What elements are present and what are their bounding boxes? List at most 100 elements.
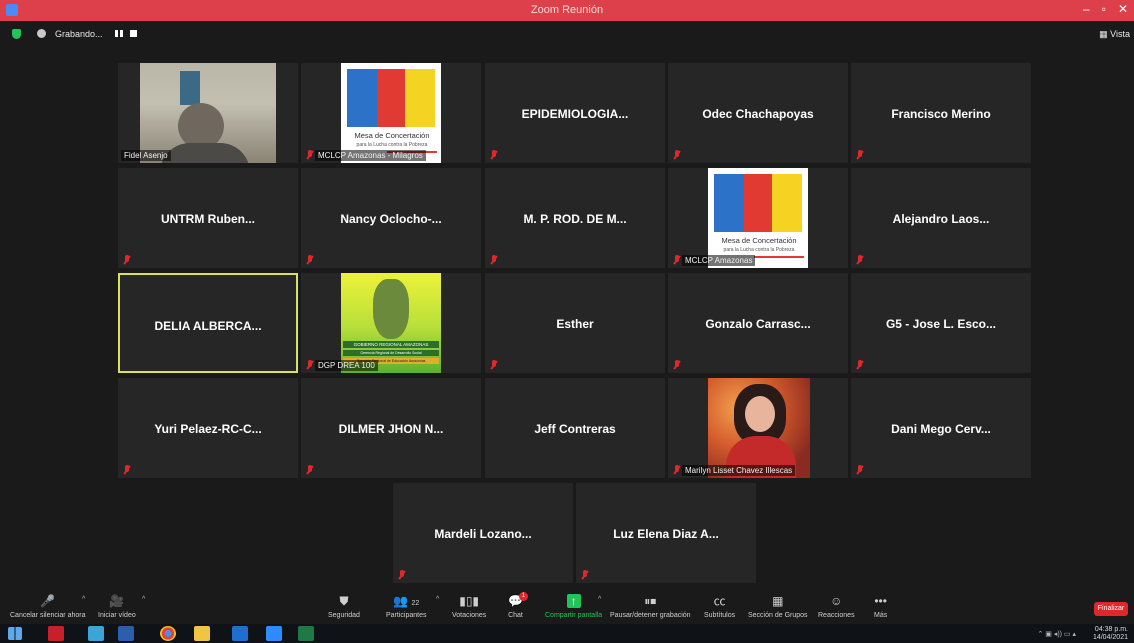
participant-tile[interactable]: Yuri Pelaez-RC-C... (118, 378, 298, 478)
end-meeting-button[interactable]: Finalizar (1094, 602, 1128, 616)
participant-name: EPIDEMIOLOGIA... (521, 107, 629, 121)
close-button[interactable]: ✕ (1118, 2, 1128, 16)
logo-subtitle: para la Lucha contra la Pobreza (356, 142, 428, 148)
participant-name: Alejandro Laos... (892, 212, 990, 226)
participants-button[interactable]: 👥 22 Participantes (386, 594, 426, 619)
recording-status: Grabando... (55, 29, 103, 39)
system-tray-icons[interactable]: ⌃ ▣ ◂)) ▭ ▴ (1037, 630, 1076, 638)
participant-tile[interactable]: Dani Mego Cerv... (851, 378, 1031, 478)
video-options-caret[interactable]: ^ (142, 596, 145, 603)
share-screen-icon: ↑ (566, 594, 581, 608)
view-label: Vista (1110, 29, 1130, 39)
participant-name: UNTRM Ruben... (161, 212, 255, 226)
participant-tile[interactable]: Jeff Contreras (485, 378, 665, 478)
logo-subtitle: para la Lucha contra la Pobreza (723, 247, 795, 253)
participant-tile[interactable]: Mesa de Concertación para la Lucha contr… (668, 168, 848, 268)
microphone-muted-icon: 🎤 (40, 594, 56, 608)
mic-muted-icon (306, 465, 314, 475)
mic-muted-icon (306, 255, 314, 265)
participant-tile[interactable]: Alejandro Laos... (851, 168, 1031, 268)
mic-muted-icon (581, 570, 589, 580)
participant-tile[interactable]: Mardeli Lozano... (393, 483, 573, 583)
pause-recording-icon[interactable] (115, 30, 123, 37)
participant-tile[interactable]: Gonzalo Carrasc... (668, 273, 848, 373)
zoom-taskbar-icon[interactable] (266, 626, 282, 641)
security-shield-icon[interactable] (12, 29, 21, 39)
participant-video (140, 63, 276, 163)
ellipsis-icon: ••• (874, 594, 887, 608)
participants-options-caret[interactable]: ^ (436, 596, 439, 603)
participant-tile[interactable]: M. P. ROD. DE M... (485, 168, 665, 268)
participant-tile[interactable]: Luz Elena Diaz A... (576, 483, 756, 583)
participant-label: MCLCP Amazonas (682, 255, 756, 266)
captions-icon: ㏄ (713, 594, 726, 608)
regional-emblem-icon (373, 279, 409, 339)
participant-tile[interactable]: G5 - Jose L. Esco... (851, 273, 1031, 373)
outlook-taskbar-icon[interactable] (232, 626, 248, 641)
maximize-button[interactable]: ▫ (1102, 2, 1106, 16)
security-button[interactable]: ⛊ Seguridad (328, 594, 360, 619)
pause-stop-recording-button[interactable]: ⏸⏹ Pausar/detener grabación (610, 594, 691, 619)
chat-button[interactable]: 💬 1 Chat (508, 592, 528, 619)
participant-tile[interactable]: Marilyn Lisset Chavez Illescas (668, 378, 848, 478)
logo-title: Mesa de Concertación (721, 236, 797, 245)
mic-muted-icon (398, 570, 406, 580)
participant-tile[interactable]: GOBIERNO REGIONAL AMAZONAS Gerencia Regi… (301, 273, 481, 373)
word-taskbar-icon[interactable] (118, 626, 134, 641)
mic-muted-icon (306, 150, 314, 160)
mesa-concertacion-logo: Mesa de Concertación para la Lucha contr… (708, 168, 808, 268)
reactions-button[interactable]: ☺ Reacciones (818, 594, 855, 619)
mic-muted-icon (856, 150, 864, 160)
mic-muted-icon (856, 360, 864, 370)
participant-tile[interactable]: Odec Chachapoyas (668, 63, 848, 163)
audio-options-caret[interactable]: ^ (82, 596, 85, 603)
participant-label: DGP DREA 100 (315, 360, 378, 371)
breakout-rooms-button[interactable]: ▦ Sección de Grupos (748, 594, 808, 619)
grid-icon: ▦ (1099, 29, 1111, 39)
participant-name: Yuri Pelaez-RC-C... (154, 422, 262, 436)
more-button[interactable]: ••• Más (874, 594, 887, 619)
participants-icon: 👥 22 (393, 594, 420, 608)
active-speaker-tile[interactable]: DELIA ALBERCA... (118, 273, 298, 373)
share-options-caret[interactable]: ^ (598, 596, 601, 603)
participant-tile[interactable]: Francisco Merino (851, 63, 1031, 163)
logo-title: Mesa de Concertación (354, 131, 430, 140)
minimize-button[interactable]: – (1083, 2, 1090, 16)
participant-tile[interactable]: Esther (485, 273, 665, 373)
acrobat-taskbar-icon[interactable] (48, 626, 64, 641)
media-player-taskbar-icon[interactable] (88, 626, 104, 641)
file-explorer-taskbar-icon[interactable] (194, 626, 210, 641)
participant-name: DILMER JHON N... (338, 422, 444, 436)
view-button[interactable]: ▦ Vista (1099, 29, 1130, 40)
mic-muted-icon (490, 360, 498, 370)
taskbar-clock[interactable]: 04:38 p.m. 14/04/2021 (1093, 626, 1128, 642)
participant-tile[interactable]: DILMER JHON N... (301, 378, 481, 478)
participant-tile[interactable]: EPIDEMIOLOGIA... (485, 63, 665, 163)
participant-name: Jeff Contreras (534, 422, 616, 436)
participant-name: Nancy Oclocho-... (340, 212, 442, 226)
captions-button[interactable]: ㏄ Subtítulos (704, 594, 735, 619)
windows-start-icon[interactable] (8, 627, 22, 640)
windows-taskbar: ⌃ ▣ ◂)) ▭ ▴ 04:38 p.m. 14/04/2021 (0, 624, 1134, 643)
participant-name: G5 - Jose L. Esco... (885, 317, 997, 331)
participant-tile[interactable]: Fidel Asenjo (118, 63, 298, 163)
gobierno-regional-logo: GOBIERNO REGIONAL AMAZONAS Gerencia Regi… (341, 273, 441, 373)
participant-name: Mardeli Lozano... (434, 527, 532, 541)
participant-name: Dani Mego Cerv... (891, 422, 991, 436)
participant-tile[interactable]: Mesa de Concertación para la Lucha contr… (301, 63, 481, 163)
camera-off-icon: 🎥 (109, 594, 125, 608)
polls-button[interactable]: ▮▯▮ Votaciones (452, 594, 486, 619)
participant-tile[interactable]: Nancy Oclocho-... (301, 168, 481, 268)
window-controls: – ▫ ✕ (1083, 2, 1128, 16)
mesa-concertacion-logo: Mesa de Concertación para la Lucha contr… (341, 63, 441, 163)
mic-muted-icon (123, 465, 131, 475)
smiley-icon: ☺ (830, 594, 843, 608)
share-screen-button[interactable]: ↑ Compartir pantalla (545, 594, 602, 619)
chrome-taskbar-icon[interactable] (160, 626, 176, 641)
start-video-button[interactable]: 🎥 Iniciar vídeo (98, 594, 136, 619)
participant-tile[interactable]: UNTRM Ruben... (118, 168, 298, 268)
chat-icon: 💬 1 (508, 592, 528, 608)
stop-recording-icon[interactable] (130, 30, 137, 37)
excel-taskbar-icon[interactable] (298, 626, 314, 641)
unmute-button[interactable]: 🎤 Cancelar silenciar ahora (10, 594, 85, 619)
